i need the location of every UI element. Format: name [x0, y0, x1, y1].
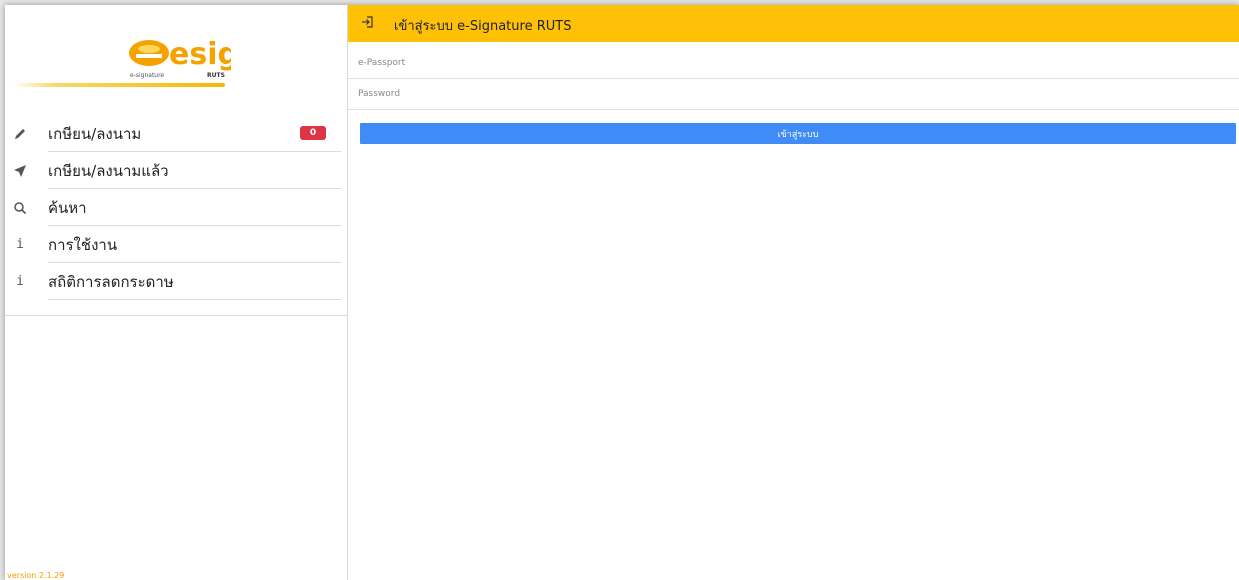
sidebar-item-label: เกษียน/ลงนาม — [48, 124, 142, 143]
divider — [48, 299, 341, 300]
sidebar-item-paper-stats[interactable]: i สถิติการลดกระดาษ — [5, 263, 348, 300]
sidebar-item-label: สถิติการลดกระดาษ — [48, 272, 174, 291]
password-input[interactable] — [348, 79, 1239, 109]
sidebar-item-usage[interactable]: i การใช้งาน — [5, 226, 348, 263]
info-icon: i — [16, 274, 24, 289]
sidebar-item-signed[interactable]: เกษียน/ลงนามแล้ว — [5, 152, 348, 189]
version-label: version 2.1.29 — [7, 571, 65, 580]
sidebar-item-label: การใช้งาน — [48, 235, 118, 254]
logo-main-text: esign — [169, 37, 231, 72]
login-button[interactable]: เข้าสู่ระบบ — [360, 123, 1236, 144]
sidebar-item-label: เกษียน/ลงนามแล้ว — [48, 161, 169, 180]
info-icon: i — [16, 237, 24, 252]
sign-in-icon — [362, 16, 373, 28]
sidebar-item-search[interactable]: ค้นหา — [5, 189, 348, 226]
logo-underline — [13, 83, 225, 87]
main-content: เข้าสู่ระบบ e-Signature RUTS เข้าสู่ระบบ — [348, 5, 1239, 580]
pencil-icon — [11, 125, 29, 143]
passport-input[interactable] — [348, 48, 1239, 78]
logo-area: esign e-signature RUTS — [5, 5, 348, 105]
logo-brand: RUTS — [207, 72, 225, 79]
pending-count-badge: 0 — [300, 126, 326, 140]
logo-tagline: e-signature — [130, 72, 164, 79]
sidebar-menu: เกษียน/ลงนาม 0 เกษียน/ลงนามแล้ว ค้นหา i — [5, 115, 348, 300]
sidebar-item-label: ค้นหา — [48, 198, 87, 217]
search-icon — [11, 199, 29, 217]
sidebar: esign e-signature RUTS เกษียน/ลงนาม 0 เก… — [5, 5, 348, 580]
passport-field — [348, 48, 1239, 79]
page-title: เข้าสู่ระบบ e-Signature RUTS — [394, 19, 572, 34]
esign-logo[interactable]: esign e-signature RUTS — [127, 33, 231, 81]
password-field — [348, 79, 1239, 110]
page-header: เข้าสู่ระบบ e-Signature RUTS — [348, 5, 1239, 42]
sidebar-item-sign[interactable]: เกษียน/ลงนาม 0 — [5, 115, 348, 152]
divider — [5, 315, 347, 316]
paper-plane-icon — [11, 162, 29, 180]
app-window: esign e-signature RUTS เกษียน/ลงนาม 0 เก… — [5, 5, 1239, 580]
